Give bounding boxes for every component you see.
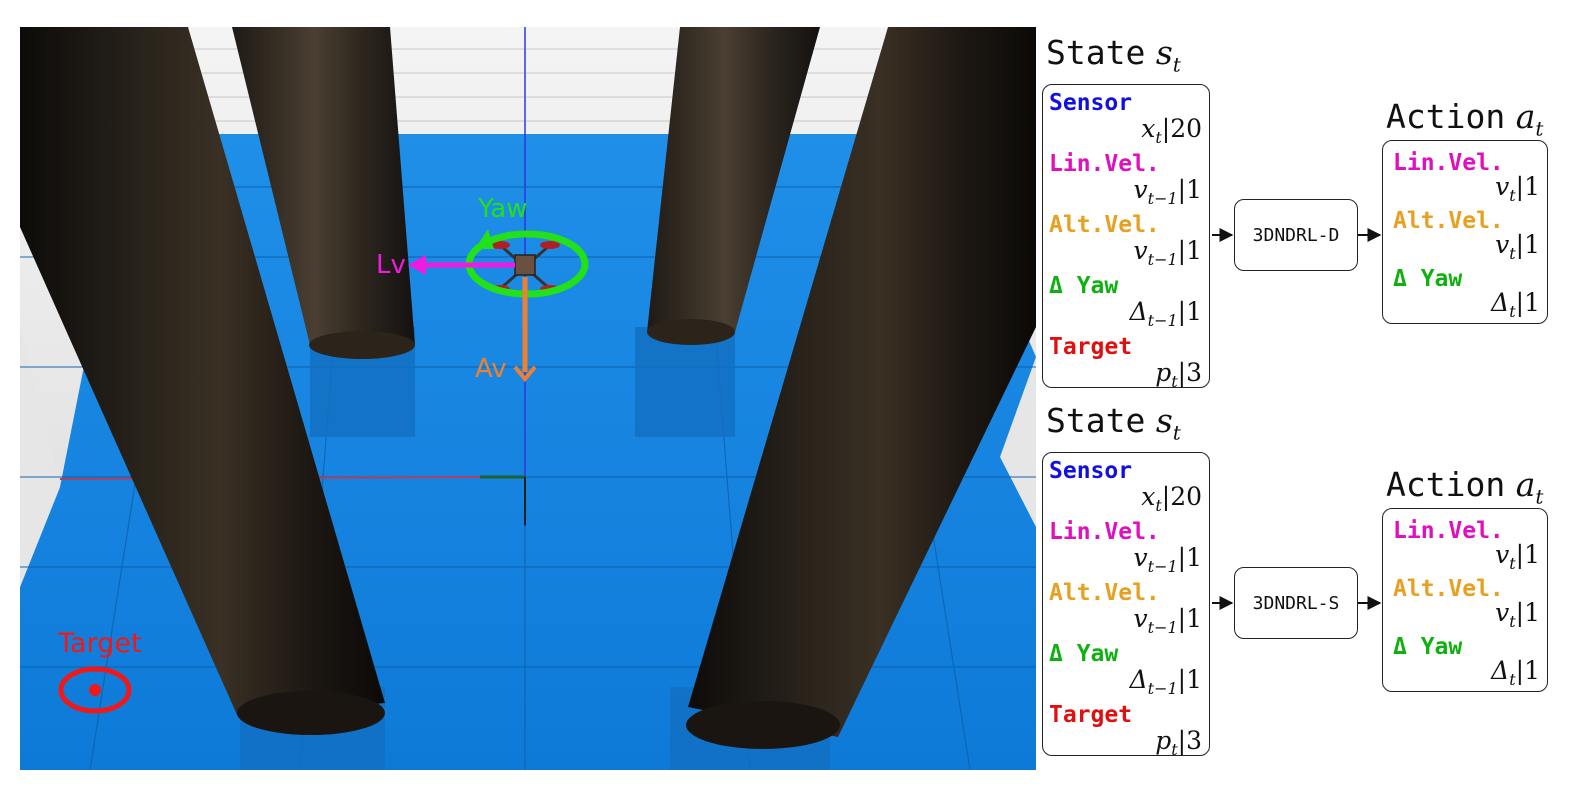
value-symbol: Δ bbox=[1491, 656, 1510, 685]
value-symbol: Δ bbox=[1129, 297, 1148, 326]
state-input-label: Alt.Vel. bbox=[1049, 580, 1160, 606]
value-subscript: t−1 bbox=[1147, 250, 1178, 269]
state-title-word: State bbox=[1046, 33, 1146, 72]
state-input-label: Lin.Vel. bbox=[1049, 151, 1160, 177]
value-dimension: |1 bbox=[1515, 230, 1540, 259]
action-output-label: Δ Yaw bbox=[1393, 634, 1463, 660]
value-symbol: v bbox=[1133, 604, 1148, 633]
state-symbol: s bbox=[1155, 401, 1173, 440]
altitude-velocity-label: Av bbox=[475, 354, 507, 384]
value-symbol: x bbox=[1141, 482, 1156, 511]
model-box: 3DNDRL-S bbox=[1234, 567, 1358, 639]
value-dimension: |3 bbox=[1177, 358, 1202, 387]
state-input-value: xt|20 bbox=[1082, 116, 1202, 146]
state-symbol: s bbox=[1155, 33, 1173, 72]
value-symbol: p bbox=[1155, 726, 1172, 755]
state-input-label: Sensor bbox=[1049, 458, 1133, 484]
value-dimension: |1 bbox=[1177, 604, 1202, 633]
value-symbol: p bbox=[1155, 358, 1172, 387]
state-input-label: Alt.Vel. bbox=[1049, 212, 1160, 238]
state-input-value: xt|20 bbox=[1082, 484, 1202, 514]
action-title: Action at bbox=[1386, 468, 1543, 507]
model-name: 3DNDRL-S bbox=[1252, 592, 1340, 614]
action-output-label: Lin.Vel. bbox=[1393, 518, 1504, 544]
action-output-label: Lin.Vel. bbox=[1393, 150, 1504, 176]
value-symbol: Δ bbox=[1491, 288, 1510, 317]
linear-velocity-label: Lv bbox=[376, 250, 406, 280]
value-symbol: v bbox=[1133, 236, 1148, 265]
value-subscript: t−1 bbox=[1147, 557, 1178, 576]
action-title: Action at bbox=[1386, 100, 1543, 139]
action-output-label: Δ Yaw bbox=[1393, 266, 1463, 292]
state-input-label: Lin.Vel. bbox=[1049, 519, 1160, 545]
value-symbol: Δ bbox=[1129, 665, 1148, 694]
action-symbol: a bbox=[1515, 97, 1536, 136]
value-dimension: |1 bbox=[1515, 656, 1540, 685]
value-dimension: |1 bbox=[1515, 540, 1540, 569]
yaw-label: Yaw bbox=[477, 194, 528, 224]
model-box: 3DNDRL-D bbox=[1234, 199, 1358, 271]
target-dot bbox=[89, 684, 101, 696]
value-symbol: v bbox=[1495, 230, 1510, 259]
action-output-value: vt|1 bbox=[1422, 600, 1540, 630]
state-input-value: vt−1|1 bbox=[1082, 238, 1202, 268]
state-subscript: t bbox=[1172, 52, 1181, 77]
state-title-word: State bbox=[1046, 401, 1146, 440]
state-input-value: pt|3 bbox=[1082, 360, 1202, 390]
action-title-word: Action bbox=[1386, 97, 1506, 136]
action-symbol: a bbox=[1515, 465, 1536, 504]
state-input-value: vt−1|1 bbox=[1082, 177, 1202, 207]
value-dimension: |1 bbox=[1177, 665, 1202, 694]
state-input-label: Δ Yaw bbox=[1049, 273, 1119, 299]
value-dimension: |1 bbox=[1177, 236, 1202, 265]
action-output-value: vt|1 bbox=[1422, 174, 1540, 204]
value-subscript: t−1 bbox=[1147, 618, 1178, 637]
state-input-value: Δt−1|1 bbox=[1082, 299, 1202, 329]
state-input-value: vt−1|1 bbox=[1082, 545, 1202, 575]
target-label: Target bbox=[57, 628, 142, 659]
state-input-value: pt|3 bbox=[1082, 728, 1202, 758]
value-symbol: v bbox=[1495, 598, 1510, 627]
action-output-label: Alt.Vel. bbox=[1393, 576, 1504, 602]
state-input-value: Δt−1|1 bbox=[1082, 667, 1202, 697]
value-symbol: v bbox=[1133, 175, 1148, 204]
state-subscript: t bbox=[1172, 420, 1181, 445]
model-name: 3DNDRL-D bbox=[1252, 224, 1340, 246]
value-dimension: |1 bbox=[1515, 598, 1540, 627]
value-subscript: t−1 bbox=[1147, 679, 1178, 698]
value-dimension: |1 bbox=[1515, 172, 1540, 201]
action-output-value: Δt|1 bbox=[1422, 658, 1540, 688]
value-dimension: |3 bbox=[1177, 726, 1202, 755]
value-symbol: v bbox=[1495, 540, 1510, 569]
state-input-value: vt−1|1 bbox=[1082, 606, 1202, 636]
value-subscript: t−1 bbox=[1147, 189, 1178, 208]
state-input-label: Δ Yaw bbox=[1049, 641, 1119, 667]
state-title: State st bbox=[1046, 36, 1181, 75]
action-output-label: Alt.Vel. bbox=[1393, 208, 1504, 234]
action-output-value: vt|1 bbox=[1422, 542, 1540, 572]
value-symbol: x bbox=[1141, 114, 1156, 143]
value-subscript: t−1 bbox=[1147, 311, 1178, 330]
value-symbol: v bbox=[1495, 172, 1510, 201]
simulation-scene: Yaw Lv Av Target bbox=[20, 27, 1036, 770]
value-dimension: |20 bbox=[1161, 114, 1202, 143]
value-dimension: |20 bbox=[1161, 482, 1202, 511]
action-subscript: t bbox=[1535, 484, 1544, 509]
state-input-label: Target bbox=[1049, 702, 1133, 728]
state-input-label: Target bbox=[1049, 334, 1133, 360]
action-title-word: Action bbox=[1386, 465, 1506, 504]
state-title: State st bbox=[1046, 404, 1181, 443]
action-output-value: Δt|1 bbox=[1422, 290, 1540, 320]
state-input-label: Sensor bbox=[1049, 90, 1133, 116]
value-symbol: v bbox=[1133, 543, 1148, 572]
value-dimension: |1 bbox=[1177, 175, 1202, 204]
action-subscript: t bbox=[1535, 116, 1544, 141]
value-dimension: |1 bbox=[1177, 543, 1202, 572]
value-dimension: |1 bbox=[1515, 288, 1540, 317]
action-output-value: vt|1 bbox=[1422, 232, 1540, 262]
value-dimension: |1 bbox=[1177, 297, 1202, 326]
